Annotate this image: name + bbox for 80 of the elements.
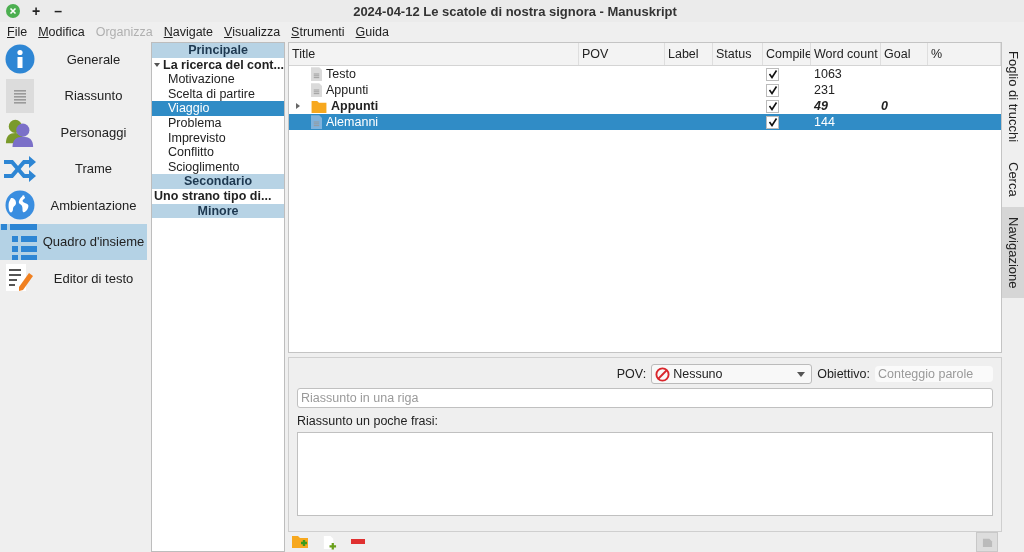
- menu-item[interactable]: Strumenti: [291, 24, 345, 39]
- plot-item[interactable]: La ricerca del cont...: [152, 57, 284, 73]
- edit-text-icon: [5, 263, 35, 294]
- add-document-icon[interactable]: [322, 534, 337, 550]
- sidebar-item[interactable]: Editor di testo: [0, 260, 147, 297]
- menu-item[interactable]: File: [7, 24, 28, 39]
- group-heading: Secondario: [152, 174, 284, 189]
- plot-item[interactable]: Viaggio: [152, 101, 284, 116]
- sidebar-item[interactable]: Ambientazione: [0, 187, 147, 224]
- word-count: 144: [814, 114, 835, 130]
- summary-field[interactable]: [297, 432, 993, 517]
- row-title: Testo: [326, 66, 356, 82]
- side-tab[interactable]: Cerca: [1002, 152, 1024, 207]
- row-title: Appunti: [331, 98, 379, 114]
- shuffle-icon: [3, 154, 37, 183]
- outline-icon: [1, 222, 39, 261]
- group-heading: Minore: [152, 203, 284, 219]
- menu-item[interactable]: Visualizza: [224, 24, 281, 39]
- plot-item[interactable]: Problema: [152, 115, 284, 131]
- none-icon: [655, 366, 671, 382]
- collapse-arrow-icon[interactable]: [154, 61, 160, 68]
- pov-label: POV:: [616, 367, 647, 382]
- column-header[interactable]: Label: [665, 43, 713, 65]
- compile-checkbox[interactable]: [766, 99, 779, 113]
- goal-value: 0: [881, 98, 888, 114]
- side-tab[interactable]: Foglio di trucchi: [1002, 41, 1024, 153]
- document-icon: [6, 78, 34, 113]
- remove-icon[interactable]: [351, 539, 365, 545]
- menu-item[interactable]: Modifica: [38, 24, 85, 39]
- sidebar-item[interactable]: Personaggi: [0, 114, 147, 151]
- outline-row[interactable]: Appunti 49 0: [289, 98, 1001, 114]
- plot-item[interactable]: Scelta di partire: [152, 86, 284, 102]
- word-count: 49: [814, 98, 828, 114]
- sidebar-item[interactable]: Quadro d'insieme: [0, 223, 147, 260]
- sidebar-item[interactable]: Generale: [0, 41, 147, 78]
- one-line-summary-field[interactable]: Riassunto in una riga: [297, 388, 993, 409]
- outline-row[interactable]: Alemanni 144: [289, 114, 1001, 130]
- word-count: 1063: [814, 66, 842, 82]
- plot-item[interactable]: Imprevisto: [152, 130, 284, 146]
- globe-icon: [5, 190, 35, 221]
- summary-label: Riassunto un poche frasi:: [297, 414, 440, 429]
- window-title: 2024-04-12 Le scatole di nostra signora - Manuskript: [353, 3, 677, 19]
- outline-row[interactable]: Testo 1063: [289, 66, 1001, 82]
- goal-field[interactable]: Conteggio parole: [875, 366, 993, 383]
- column-header[interactable]: Goal: [881, 43, 928, 65]
- pov-dropdown[interactable]: Nessuno: [651, 364, 813, 385]
- close-icon[interactable]: [6, 4, 20, 18]
- info-icon: [5, 44, 35, 75]
- plot-item[interactable]: Scioglimento: [152, 159, 284, 175]
- document-icon: [311, 115, 322, 129]
- window-control[interactable]: –: [52, 3, 64, 19]
- dropdown-arrow-icon: [797, 371, 806, 377]
- plot-item[interactable]: Motivazione: [152, 72, 284, 87]
- outline-row[interactable]: Appunti 231: [289, 82, 1001, 98]
- group-heading: Principale: [152, 43, 284, 58]
- menu-item[interactable]: Navigate: [163, 24, 214, 39]
- sidebar-item[interactable]: Riassunto: [0, 77, 147, 114]
- row-title: Alemanni: [326, 114, 379, 130]
- people-icon: [5, 117, 35, 148]
- compile-checkbox[interactable]: [766, 115, 779, 129]
- side-tab[interactable]: Navigazione: [1002, 206, 1024, 299]
- goal-label: Obiettivo:: [817, 367, 870, 382]
- plot-item[interactable]: Conflitto: [152, 145, 284, 160]
- column-header[interactable]: Word count: [811, 43, 881, 65]
- row-title: Appunti: [326, 82, 369, 98]
- compile-checkbox[interactable]: [766, 67, 779, 81]
- column-header[interactable]: POV: [579, 43, 665, 65]
- window-control[interactable]: +: [30, 3, 43, 19]
- expand-arrow-icon[interactable]: [295, 103, 301, 109]
- word-count: 231: [814, 82, 835, 98]
- plot-item[interactable]: Uno strano tipo di...: [152, 188, 284, 204]
- compile-checkbox[interactable]: [766, 83, 779, 97]
- add-folder-icon[interactable]: [292, 535, 308, 549]
- column-header[interactable]: %: [928, 43, 1001, 65]
- sidebar-item[interactable]: Trame: [0, 150, 147, 187]
- column-header[interactable]: Title: [289, 43, 579, 65]
- document-icon: [981, 536, 993, 548]
- document-icon: [311, 83, 322, 97]
- column-header[interactable]: Status: [713, 43, 763, 65]
- menu-item[interactable]: Guida: [355, 24, 389, 39]
